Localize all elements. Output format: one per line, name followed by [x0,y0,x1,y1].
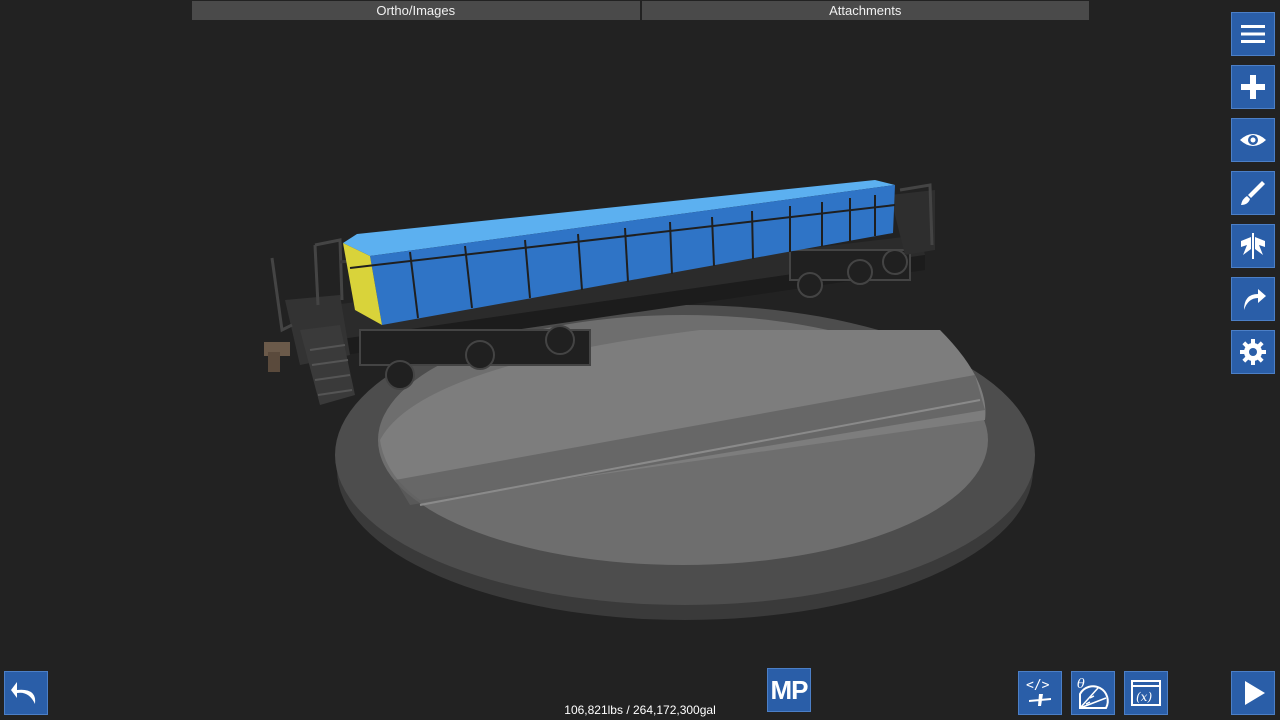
symmetry-icon [1241,233,1265,259]
code-aircraft-button[interactable]: </> [1018,671,1062,715]
rotate-icon [1244,289,1266,310]
menu-icon [1241,25,1265,43]
theta-gauge-icon: θ [1077,677,1109,709]
tab-ortho-images[interactable]: Ortho/Images [192,1,640,20]
menu-button[interactable] [1231,12,1275,56]
plus-icon [1241,75,1265,99]
theta-gauge-button[interactable]: θ [1071,671,1115,715]
rotate-button[interactable] [1231,277,1275,321]
add-part-button[interactable] [1231,65,1275,109]
eye-icon [1240,134,1266,146]
settings-button[interactable] [1231,330,1275,374]
tab-attachments[interactable]: Attachments [641,1,1089,20]
variables-button[interactable]: (x) [1124,671,1168,715]
play-button[interactable] [1231,671,1275,715]
paint-brush-icon [1241,181,1265,205]
undo-icon [11,682,36,704]
symmetry-button[interactable] [1231,224,1275,268]
viewport-3d[interactable] [0,0,1280,720]
top-tab-bar: Ortho/Images Attachments [192,1,1089,20]
svg-text:</>: </> [1026,678,1050,693]
view-button[interactable] [1231,118,1275,162]
code-aircraft-icon: </> [1026,678,1051,706]
mp-button[interactable]: MP [767,668,811,712]
variables-icon: (x) [1131,680,1161,706]
svg-text:(x): (x) [1136,690,1152,704]
mass-fuel-stats: 106,821lbs / 264,172,300gal [564,703,716,717]
play-icon [1245,681,1265,705]
gear-icon [1240,339,1266,365]
undo-button[interactable] [4,671,48,715]
paint-button[interactable] [1231,171,1275,215]
